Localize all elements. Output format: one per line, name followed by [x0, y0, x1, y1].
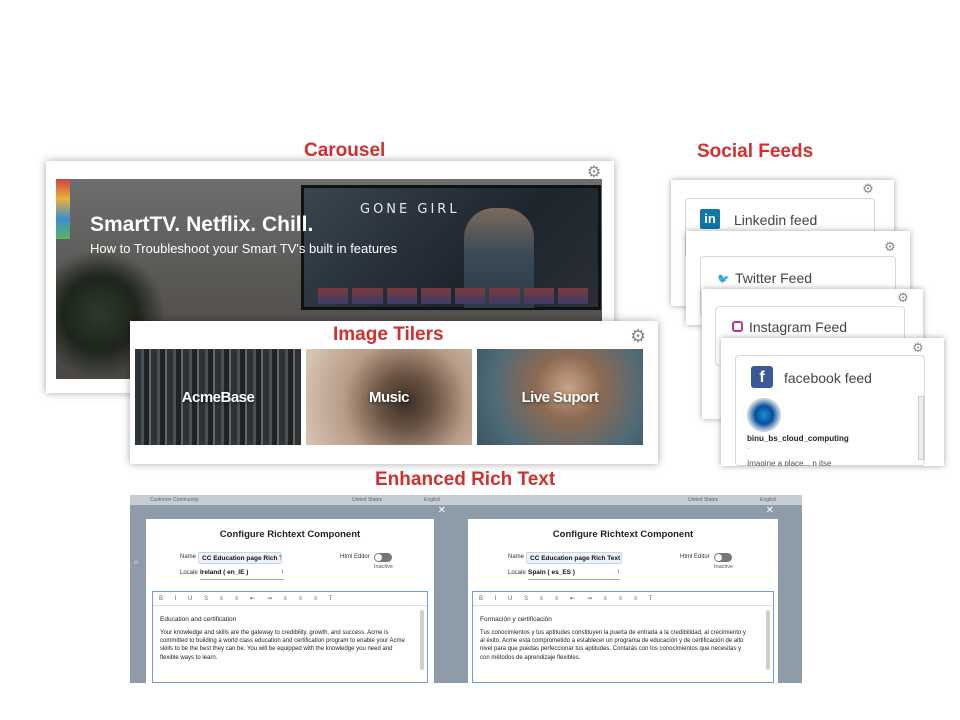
facebook-feed-card: ⚙ f facebook feed binu_bs_cloud_computin…: [721, 338, 944, 466]
home-icon: ⌂: [134, 559, 139, 566]
close-icon[interactable]: ✕: [766, 505, 774, 516]
name-input[interactable]: CC Education page Rich Te: [198, 552, 282, 564]
bookshelf-decor: [56, 179, 70, 239]
editor-scrollbar[interactable]: [766, 610, 770, 670]
editor-toolbar[interactable]: B I U S ≡ ≡ ⇤ ⇥ ≡ ≡ ≡ T: [153, 592, 427, 606]
name-input[interactable]: CC Education page Rich Text: [526, 552, 622, 564]
locale-label: Locale: [508, 570, 526, 576]
avatar[interactable]: [747, 398, 781, 432]
html-editor-label: Html Editor: [680, 554, 710, 560]
modal-title: Configure Richtext Component: [552, 529, 694, 540]
tile-music[interactable]: Music: [306, 349, 472, 445]
tile-label: Live Suport: [521, 388, 599, 406]
editor-toolbar[interactable]: B I U S ≡ ≡ ⇤ ⇥ ≡ ≡ ≡ T: [473, 592, 773, 606]
editor-heading: Formación y certificación: [480, 616, 552, 623]
modal-title: Configure Richtext Component: [219, 529, 361, 540]
image-tilers-section-title: Image Tilers: [333, 324, 444, 345]
facebook-post-preview: Imagine a place... n itse: [747, 459, 832, 466]
name-label: Name: [180, 554, 197, 560]
image-tilers-component: Image Tilers ⚙ AcmeBase Music Live Supor…: [130, 321, 658, 464]
social-feeds-section-title: Social Feeds: [697, 141, 814, 162]
gear-icon[interactable]: ⚙: [860, 182, 876, 198]
html-editor-toggle[interactable]: [714, 553, 732, 562]
tile-live-support[interactable]: Live Suport: [477, 349, 643, 445]
facebook-feed-label: facebook feed: [784, 370, 872, 386]
gear-icon[interactable]: ⚙: [586, 164, 602, 180]
locale-label: Locale: [180, 570, 198, 576]
tile-label: AcmeBase: [181, 388, 255, 406]
gear-icon[interactable]: ⚙: [895, 291, 911, 307]
topbar-language: English: [760, 497, 777, 503]
facebook-post-separator: ·: [747, 444, 750, 453]
twitter-icon: 🐦: [717, 274, 730, 285]
twitter-feed-label: Twitter Feed: [735, 270, 813, 286]
configure-richtext-modal: ✕ Configure Richtext Component Name CC E…: [468, 505, 778, 683]
linkedin-feed-label: Linkedin feed: [734, 212, 818, 228]
topbar-community-name: Customer Community: [150, 497, 199, 503]
toggle-state-label: Inactive: [374, 564, 393, 570]
close-icon[interactable]: ✕: [438, 505, 446, 516]
facebook-feed-scrollbar[interactable]: [918, 396, 924, 460]
toggle-state-label: Inactive: [714, 564, 733, 570]
html-editor-label: Html Editor: [340, 554, 370, 560]
community-topbar: United States English: [466, 495, 802, 505]
facebook-icon: f: [751, 366, 773, 388]
topbar-language: English: [424, 497, 441, 503]
community-topbar: Customer Community United States English: [130, 495, 466, 505]
topbar-country: United States: [688, 497, 719, 503]
tile-label: Music: [368, 388, 410, 406]
editor-body: Tus conocimientos y tus aptitudes consti…: [480, 630, 746, 661]
linkedin-icon: in: [700, 209, 720, 229]
tv-thumbnails: [318, 288, 588, 304]
html-editor-toggle[interactable]: [374, 553, 392, 562]
richtext-editor[interactable]: B I U S ≡ ≡ ⇤ ⇥ ≡ ≡ ≡ T Formación y cert…: [472, 591, 774, 683]
carousel-section-title: Carousel: [304, 140, 386, 161]
locale-select[interactable]: Ireland ( en_IE ): [200, 569, 284, 580]
instagram-icon: [732, 321, 743, 332]
editor-body: Your knowledge and skills are the gatewa…: [160, 630, 405, 661]
locale-select[interactable]: Spain ( es_ES ): [528, 569, 620, 580]
name-label: Name: [508, 554, 525, 560]
configure-richtext-modal: ✕ Configure Richtext Component Name CC E…: [146, 505, 446, 683]
richtext-editor[interactable]: B I U S ≡ ≡ ⇤ ⇥ ≡ ≡ ≡ T Education and ce…: [152, 591, 428, 683]
instagram-feed-label: Instagram Feed: [749, 319, 848, 335]
carousel-heading: SmartTV. Netflix. Chill.: [90, 213, 314, 236]
editor-heading: Education and certification: [160, 616, 237, 623]
facebook-username[interactable]: binu_bs_cloud_computing: [747, 434, 849, 443]
richtext-panel-english: Customer Community United States English…: [130, 495, 466, 683]
gear-icon[interactable]: ⚙: [630, 328, 646, 346]
tile-acmebase[interactable]: AcmeBase: [135, 349, 301, 445]
editor-scrollbar[interactable]: [420, 610, 424, 670]
tv-movie-title: GONE GIRL: [360, 202, 460, 217]
richtext-panel-spanish: United States English ✕ Configure Richte…: [466, 495, 802, 683]
richtext-section-title: Enhanced Rich Text: [375, 469, 556, 490]
gear-icon[interactable]: ⚙: [882, 240, 898, 256]
topbar-country: United States: [352, 497, 383, 503]
carousel-subheading: How to Troubleshoot your Smart TV's buil…: [90, 241, 398, 256]
